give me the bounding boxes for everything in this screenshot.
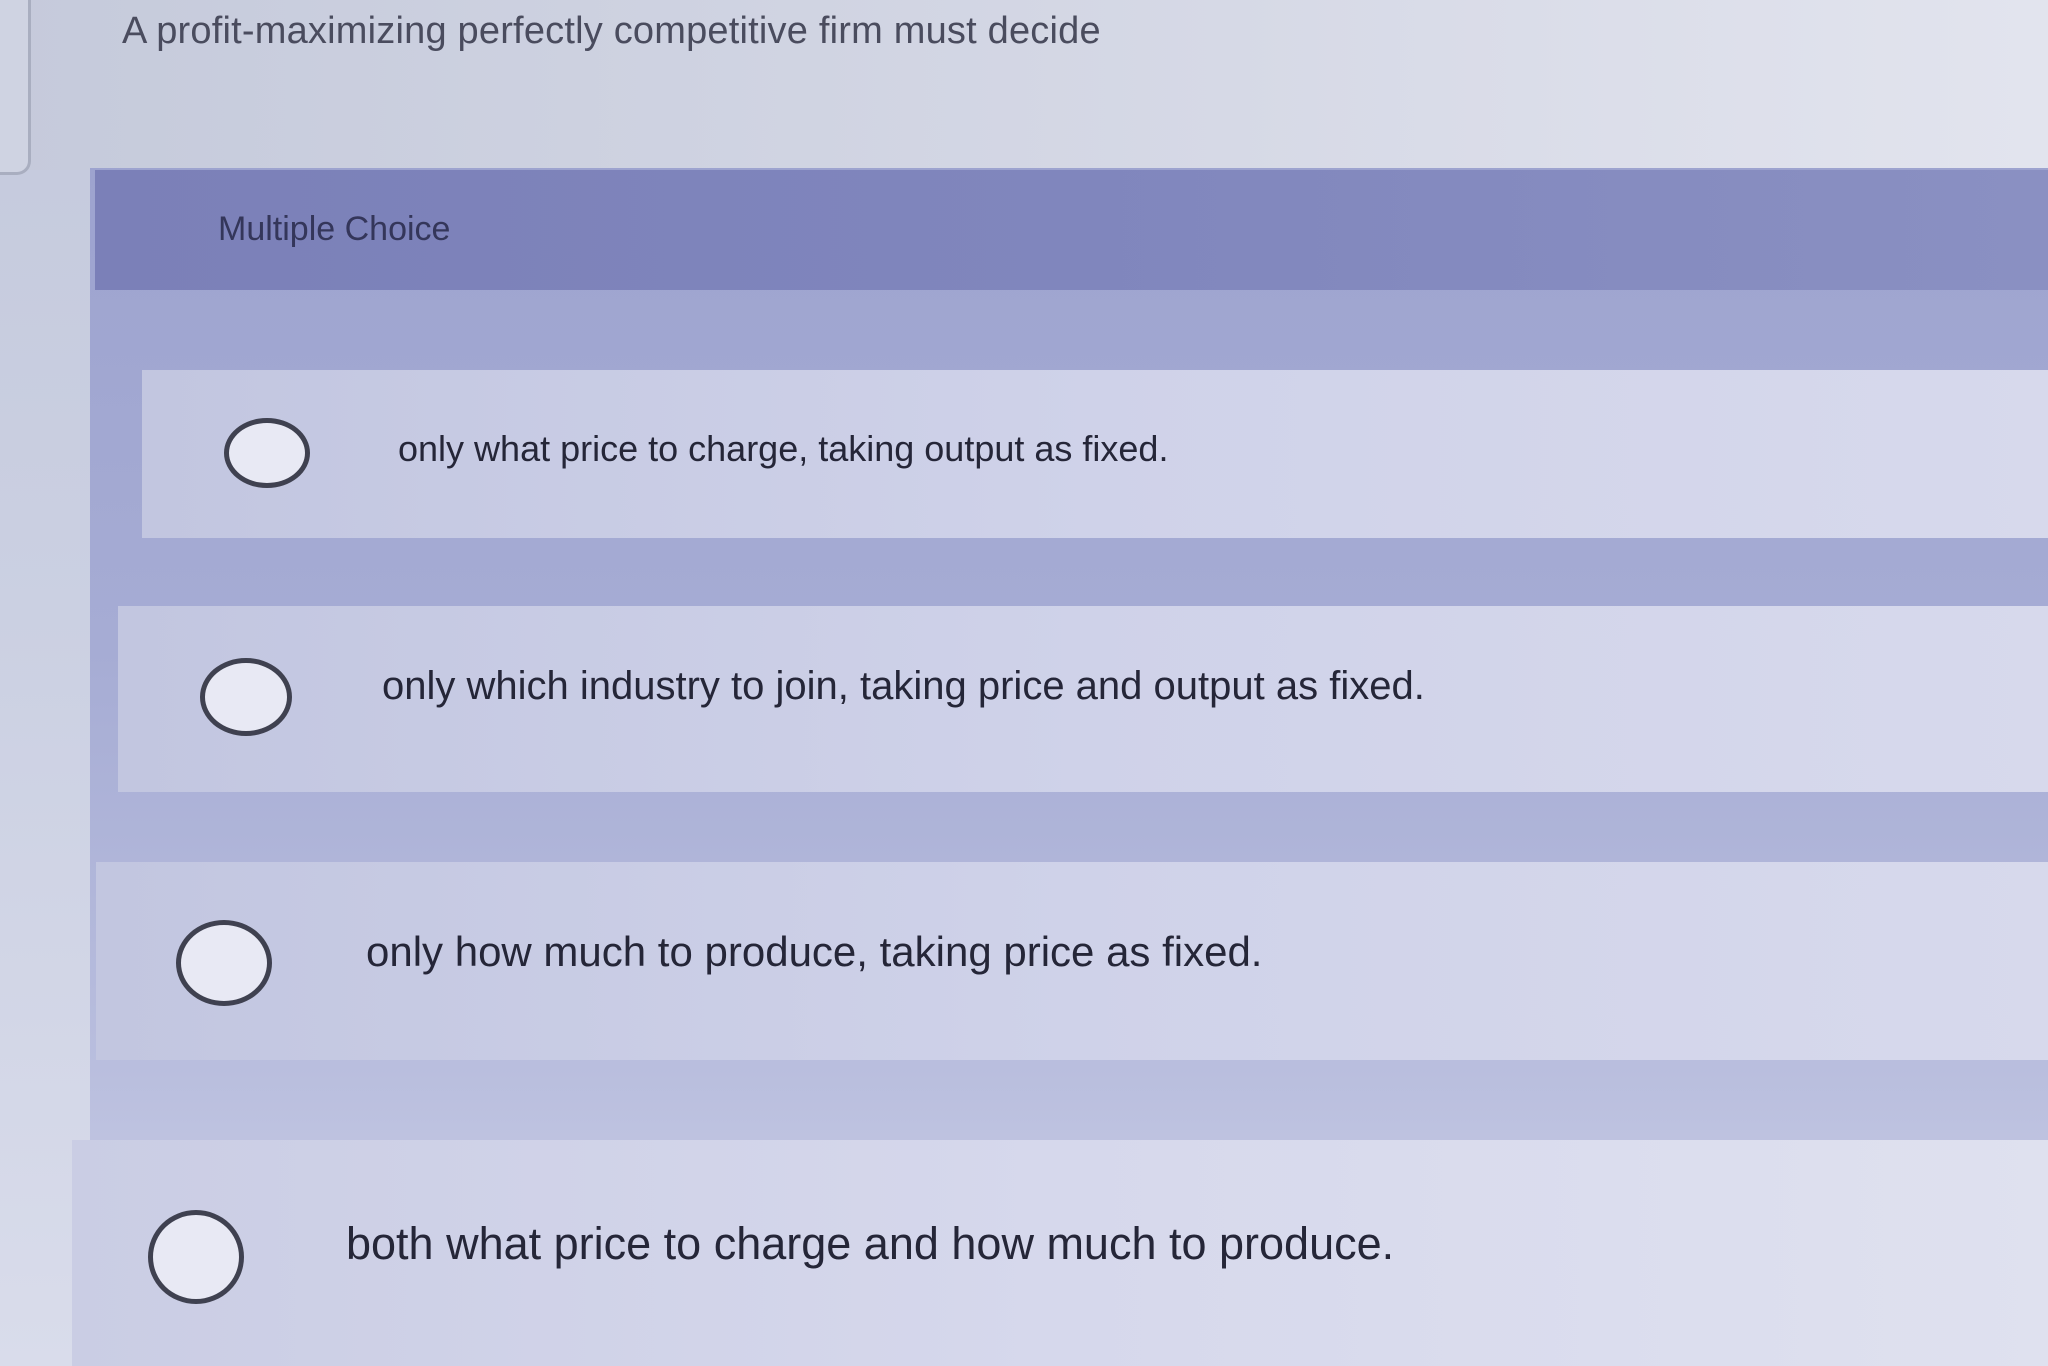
answer-option-2-label[interactable]: only which industry to join, taking pric… [382, 664, 1425, 709]
radio-button-option-2[interactable] [200, 658, 292, 736]
multiple-choice-label: Multiple Choice [218, 210, 451, 248]
radio-button-option-3[interactable] [176, 920, 272, 1006]
answer-option-4-label[interactable]: both what price to charge and how much t… [346, 1218, 1394, 1270]
radio-button-option-4[interactable] [148, 1210, 244, 1304]
question-panel-edge [0, 0, 31, 175]
answer-option-3-label[interactable]: only how much to produce, taking price a… [366, 928, 1262, 976]
answer-option-1-label[interactable]: only what price to charge, taking output… [398, 428, 1168, 470]
question-text: A profit-maximizing perfectly competitiv… [122, 10, 1101, 52]
radio-button-option-1[interactable] [224, 418, 310, 488]
